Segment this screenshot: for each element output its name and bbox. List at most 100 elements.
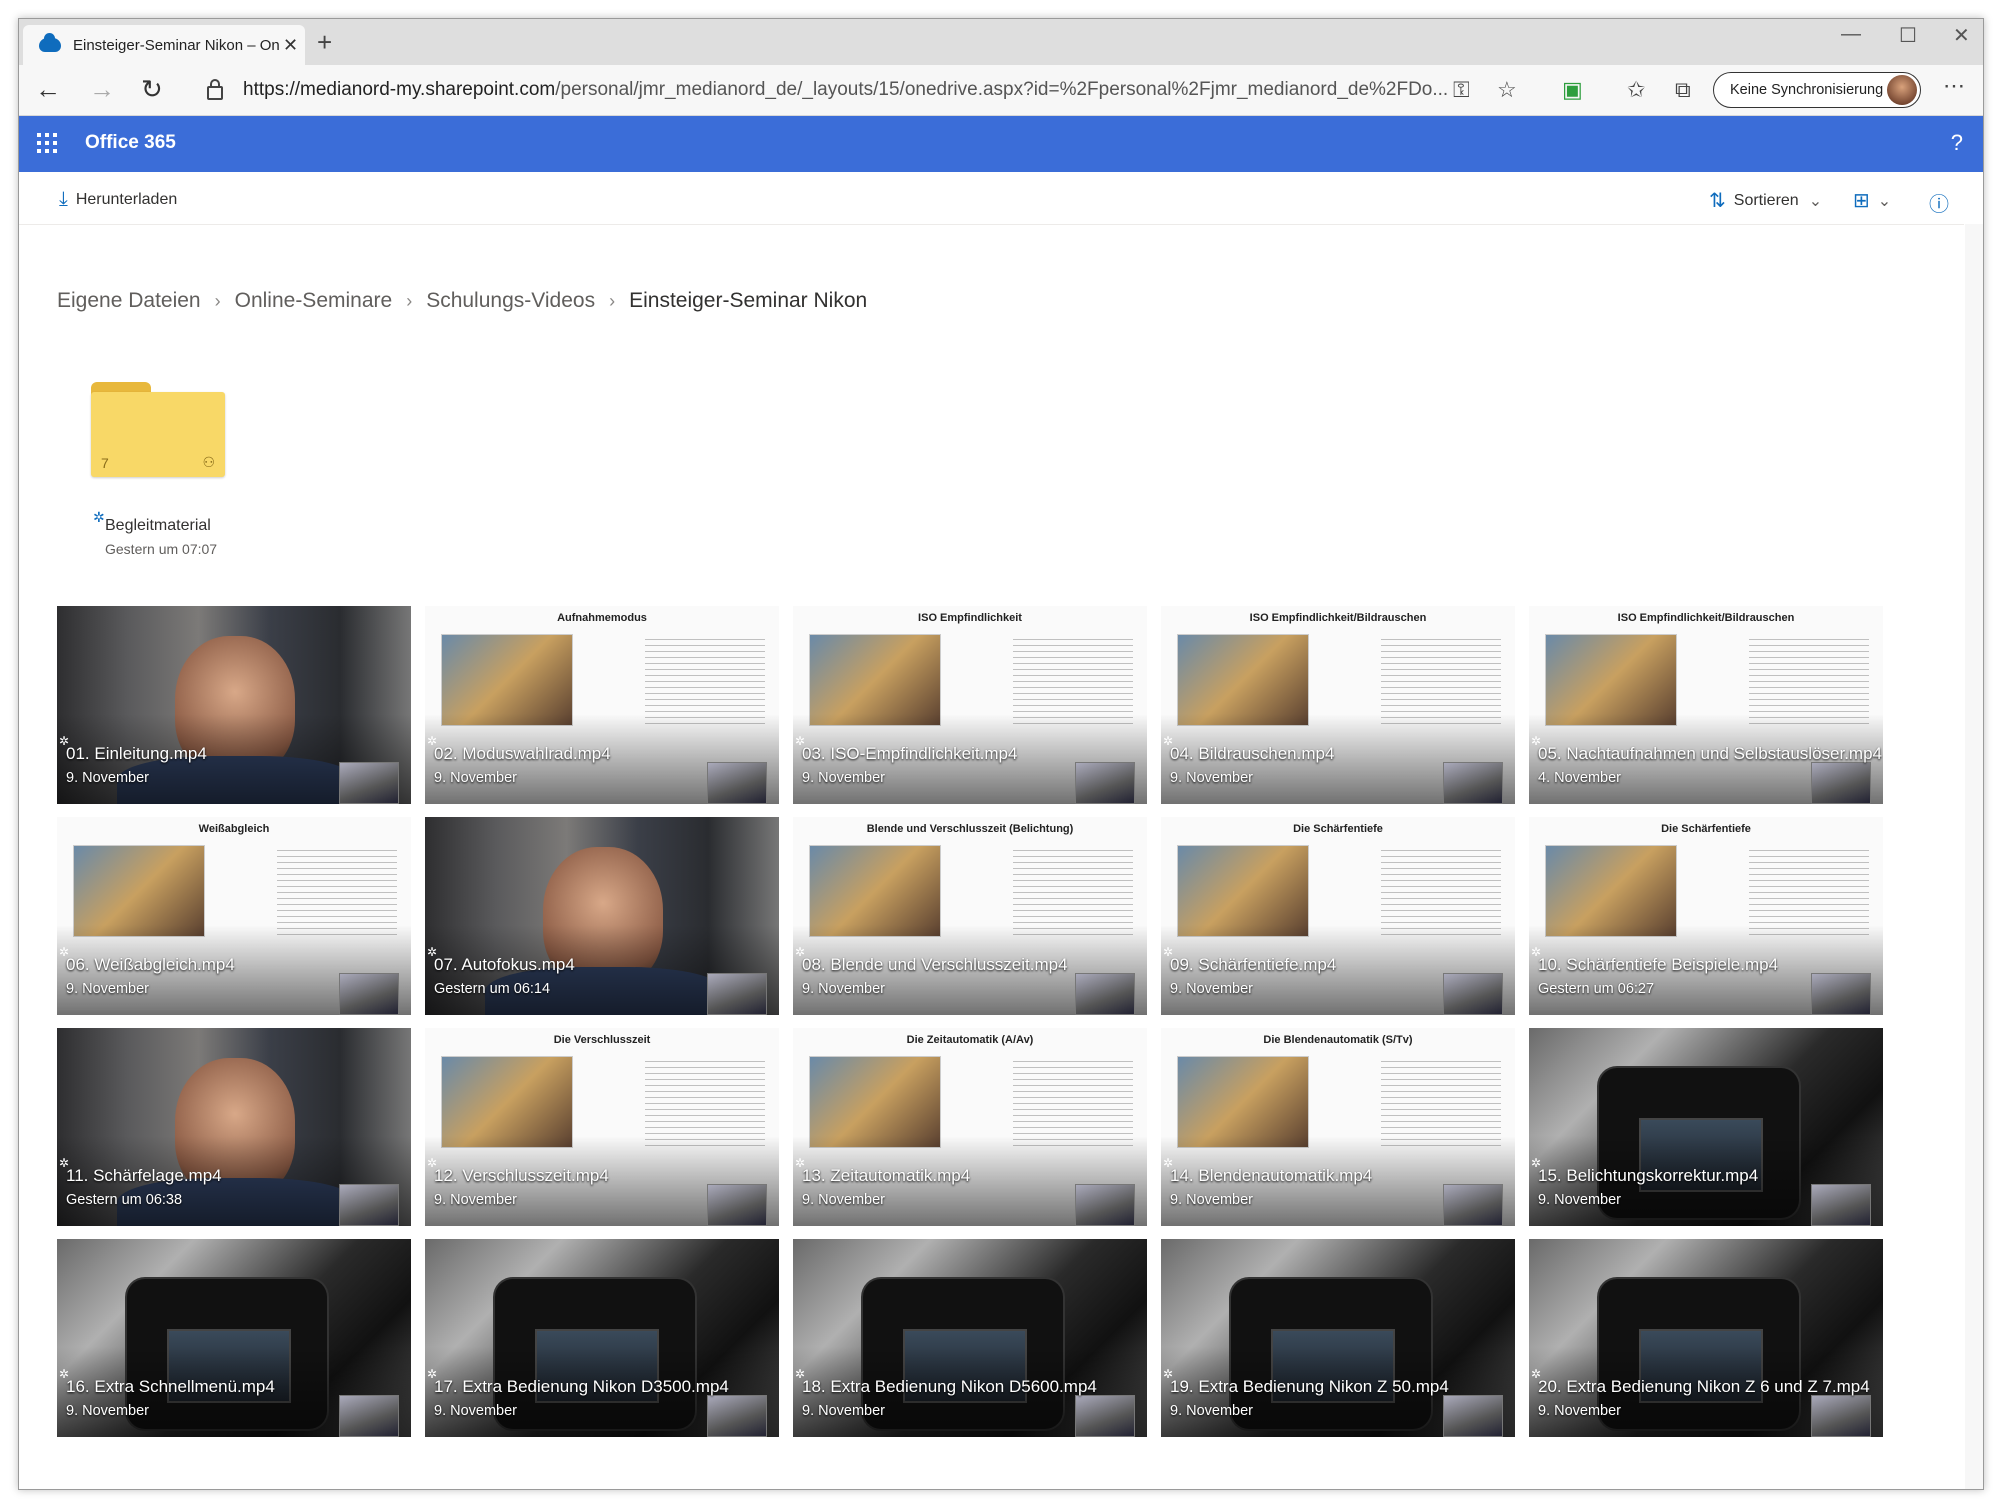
file-tile[interactable]: Blende und Verschlusszeit (Belichtung) ✲ 0… [793,817,1147,1015]
slide-heading: Die Schärfentiefe [1293,823,1383,835]
view-switch-button[interactable]: ⊞ ⌄ [1853,188,1891,213]
presenter-thumbnail [1075,973,1135,1015]
info-button[interactable]: ⓘ [1929,188,1957,217]
file-date: 9. November [802,981,886,997]
chevron-down-icon: ⌄ [1877,192,1892,210]
file-tile[interactable]: ✲ 17. Extra Bedienung Nikon D3500.mp4 9. N… [425,1239,779,1437]
file-date: 9. November [434,1192,518,1208]
presenter-thumbnail [707,1184,767,1226]
file-date: 9. November [1538,1192,1622,1208]
presenter-thumbnail [1443,1184,1503,1226]
forward-icon[interactable]: → [89,75,115,103]
file-tile[interactable]: ✲ 18. Extra Bedienung Nikon D5600.mp4 9. N… [793,1239,1147,1437]
breadcrumb-item[interactable]: Schulungs-Videos [426,289,595,313]
presenter-thumbnail [1443,973,1503,1015]
file-tile[interactable]: ✲ 16. Extra Schnellmenü.mp4 9. November [57,1239,411,1437]
suite-brand[interactable]: Office 365 [85,132,176,154]
file-tile[interactable]: Die Schärfentiefe ✲ 09. Schärfentiefe.mp4 9… [1161,817,1515,1015]
file-date: Gestern um 06:14 [434,981,551,997]
file-date: 9. November [802,770,886,786]
file-tile[interactable]: ✲ 07. Autofokus.mp4 Gestern um 06:14 [425,817,779,1015]
slide-photo [1177,845,1309,937]
key-icon[interactable]: ⚿ [1453,77,1470,103]
file-date: 9. November [1170,770,1254,786]
download-icon: ⤓ [59,188,68,210]
extension-icon[interactable]: ▣ [1562,77,1583,103]
lock-icon [207,79,223,100]
file-tile[interactable]: ISO Empfindlichkeit/Bildrauschen ✲ 04. Bil… [1161,606,1515,804]
file-name: 17. Extra Bedienung Nikon D3500.mp4 [434,1377,729,1396]
presenter-thumbnail [1811,1184,1871,1226]
file-date: 9. November [1538,1403,1622,1419]
file-tile[interactable]: ✲ 01. Einleitung.mp4 9. November [57,606,411,804]
minimize-icon[interactable]: — [1841,23,1861,46]
favorites-icon[interactable]: ✩ [1627,77,1645,103]
chevron-right-icon: › [609,290,616,311]
onedrive-icon [39,33,61,52]
slide-heading: ISO Empfindlichkeit [918,612,1022,624]
file-tile[interactable]: Weißabgleich ✲ 06. Weißabgleich.mp4 9. Nove… [57,817,411,1015]
favorite-star-icon[interactable]: ☆ [1497,77,1517,103]
download-button[interactable]: ⤓ Herunterladen [59,188,177,211]
file-date: 9. November [802,1192,886,1208]
presenter-thumbnail [707,973,767,1015]
file-date: 9. November [66,981,150,997]
suite-header: Office 365 ? [19,116,1983,172]
folder-name[interactable]: Begleitmaterial [105,517,211,535]
presenter-thumbnail [1075,1184,1135,1226]
presenter-thumbnail [1075,1395,1135,1437]
breadcrumb-current: Einsteiger-Seminar Nikon [629,289,868,312]
tiles-view-icon: ⊞ [1853,190,1870,212]
avatar [1887,75,1917,105]
close-tab-icon[interactable]: ✕ [283,35,298,56]
url-text: https://medianord-my.sharepoint.com/pers… [243,79,1449,100]
presenter-thumbnail [1443,762,1503,804]
file-name: 08. Blende und Verschlusszeit.mp4 [802,955,1068,974]
help-icon[interactable]: ? [1951,130,1963,156]
new-tab-icon[interactable]: + [317,27,332,58]
profile-sync-button[interactable]: Keine Synchronisierung [1713,72,1921,108]
refresh-icon[interactable]: ↻ [141,75,163,103]
folder-item-count: 7 [101,455,109,471]
maximize-icon[interactable]: ☐ [1899,23,1917,48]
file-tile[interactable]: ✲ 20. Extra Bedienung Nikon Z 6 und Z 7.m… [1529,1239,1883,1437]
tab-bar: Einsteiger-Seminar Nikon – OneDrive ✕ + … [19,19,1983,65]
file-name: 04. Bildrauschen.mp4 [1170,744,1335,763]
app-launcher-icon[interactable] [37,133,57,153]
command-bar: ⤓ Herunterladen ⇅ Sortieren ⌄ ⊞ ⌄ ⓘ [19,172,1964,225]
slide-photo [1177,1056,1309,1148]
info-icon: ⓘ [1929,194,1949,216]
more-menu-icon[interactable]: ⋯ [1943,73,1965,99]
file-tile[interactable]: Die Verschlusszeit ✲ 12. Verschlusszeit.mp… [425,1028,779,1226]
file-date: 9. November [66,770,150,786]
file-tile[interactable]: Aufnahmemodus ✲ 02. Moduswahlrad.mp4 9. Nov… [425,606,779,804]
presenter-thumbnail [339,1184,399,1226]
file-tile[interactable]: ✲ 19. Extra Bedienung Nikon Z 50.mp4 9. No… [1161,1239,1515,1437]
sync-label: Keine Synchronisierung [1730,82,1884,98]
file-tile[interactable]: ISO Empfindlichkeit ✲ 03. ISO-Empfindlichk… [793,606,1147,804]
file-tile[interactable]: ISO Empfindlichkeit/Bildrauschen ✲ 05. Nac… [1529,606,1883,804]
scrollbar[interactable] [1965,224,1983,1489]
file-date: 9. November [1170,981,1254,997]
file-tile[interactable]: Die Zeitautomatik (A/Av) ✲ 13. Zeitautomat… [793,1028,1147,1226]
sort-button[interactable]: ⇅ Sortieren ⌄ [1709,188,1822,213]
chevron-down-icon: ⌄ [1808,192,1823,210]
file-tile[interactable]: ✲ 11. Schärfelage.mp4 Gestern um 06:38 [57,1028,411,1226]
presenter-thumbnail [339,762,399,804]
browser-tab[interactable]: Einsteiger-Seminar Nikon – OneDrive ✕ [23,25,305,65]
collections-icon[interactable]: ⧉ [1675,77,1691,103]
folder-tile[interactable]: 7 ⚇ [91,382,225,477]
breadcrumb-item[interactable]: Online-Seminare [235,289,393,313]
file-tile[interactable]: ✲ 15. Belichtungskorrektur.mp4 9. November [1529,1028,1883,1226]
back-icon[interactable]: ← [35,75,61,103]
sort-icon: ⇅ [1709,190,1726,212]
address-bar[interactable]: https://medianord-my.sharepoint.com/pers… [189,72,1504,108]
breadcrumb-item[interactable]: Eigene Dateien [57,289,201,313]
close-window-icon[interactable]: ✕ [1953,23,1970,48]
file-date: 9. November [1170,1403,1254,1419]
file-date: 9. November [66,1403,150,1419]
file-tile[interactable]: Die Blendenautomatik (S/Tv) ✲ 14. Blendena… [1161,1028,1515,1226]
presenter-thumbnail [339,1395,399,1437]
breadcrumb: Eigene Dateien › Online-Seminare › Schul… [57,289,867,313]
file-tile[interactable]: Die Schärfentiefe ✲ 10. Schärfentiefe Beis… [1529,817,1883,1015]
